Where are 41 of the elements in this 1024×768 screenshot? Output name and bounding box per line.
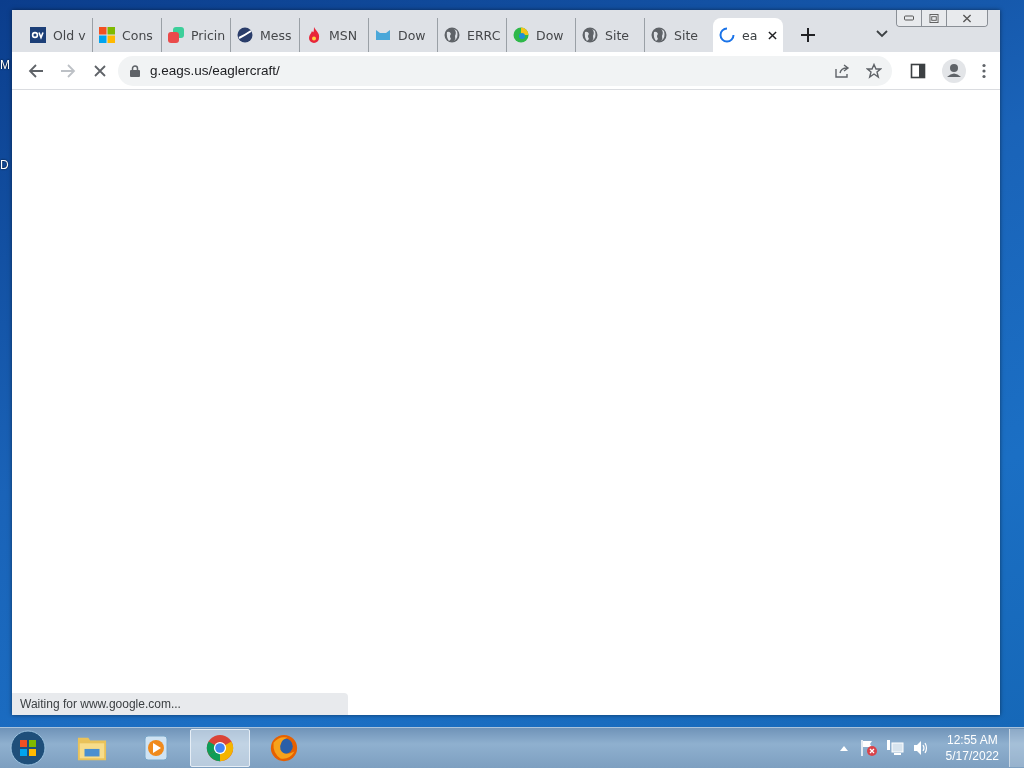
desktop-icon-label: D	[0, 158, 10, 172]
globe-icon	[444, 27, 460, 43]
close-window-button[interactable]	[947, 10, 987, 26]
browser-tab[interactable]: Site	[645, 18, 713, 52]
minimize-button[interactable]	[897, 10, 922, 26]
swirl-logo-icon	[513, 27, 529, 43]
taskbar-button[interactable]	[190, 729, 250, 767]
stop-loading-icon[interactable]	[92, 62, 108, 79]
close-tab-icon[interactable]	[768, 30, 777, 40]
chevron-down-icon[interactable]	[876, 30, 888, 38]
profile-avatar-icon[interactable]	[942, 58, 966, 83]
minimize-icon	[904, 13, 914, 23]
share-icon[interactable]	[834, 62, 850, 79]
four-squares-icon	[99, 27, 115, 43]
loading-spinner-icon	[719, 27, 735, 43]
flag-warning-icon[interactable]	[859, 739, 878, 757]
side-panel-icon[interactable]	[910, 62, 926, 79]
browser-tab[interactable]: ea	[713, 18, 783, 52]
address-bar[interactable]: g.eags.us/eaglercraft/	[118, 55, 892, 86]
overlapping-squares-icon	[168, 27, 184, 43]
fox-globe-icon	[269, 734, 299, 762]
globe-icon	[582, 27, 598, 43]
time-text: 12:55 AM	[946, 732, 998, 748]
start-button[interactable]	[10, 730, 46, 766]
back-icon[interactable]	[28, 62, 44, 79]
play-icon	[141, 734, 171, 762]
flame-icon	[306, 27, 322, 43]
new-tab-icon[interactable]	[801, 28, 815, 42]
status-bubble: Waiting for www.google.com...	[12, 693, 348, 715]
sphere-icon	[237, 27, 253, 43]
date-text: 5/17/2022	[945, 748, 999, 764]
menu-icon[interactable]	[982, 62, 986, 79]
ov-logo-icon	[30, 27, 46, 43]
chrome-logo-icon	[205, 734, 235, 762]
restore-icon	[929, 13, 939, 23]
lock-icon	[130, 64, 140, 77]
restore-button[interactable]	[922, 10, 947, 26]
desktop-icon-label: M	[0, 58, 10, 72]
close-icon	[962, 13, 972, 23]
globe-icon	[651, 27, 667, 43]
star-icon[interactable]	[866, 62, 882, 79]
